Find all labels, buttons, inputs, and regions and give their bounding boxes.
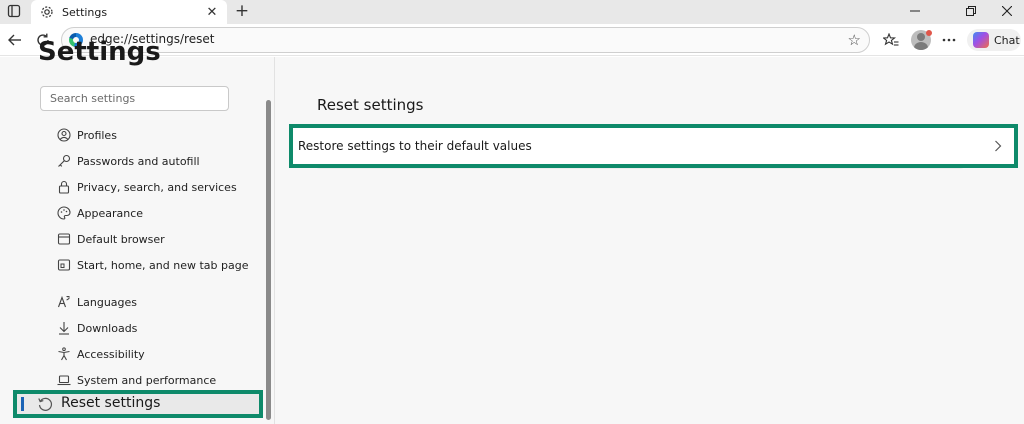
- sidebar-item-default-browser[interactable]: Default browser: [56, 229, 165, 249]
- tab-settings[interactable]: Settings ✕: [31, 0, 227, 24]
- browser-icon: [56, 232, 71, 247]
- sidebar-item-label: Passwords and autofill: [77, 154, 200, 168]
- minimize-icon: [910, 10, 920, 12]
- sidebar-item-label: Reset settings: [61, 395, 161, 411]
- sidebar-item-downloads[interactable]: Downloads: [56, 318, 137, 338]
- back-button[interactable]: [4, 29, 26, 51]
- reset-icon: [36, 395, 54, 413]
- sidebar-item-reset-settings[interactable]: Reset settings: [13, 390, 263, 418]
- sidebar-item-label: Downloads: [77, 321, 138, 335]
- sidebar-item-system[interactable]: System and performance: [56, 370, 216, 390]
- sidebar-item-label: Profiles: [77, 128, 117, 142]
- sidebar-item-label: Accessibility: [77, 347, 145, 361]
- favorites-button[interactable]: [880, 29, 902, 51]
- close-window-button[interactable]: [990, 0, 1024, 22]
- key-icon: [56, 154, 71, 169]
- copilot-icon: [973, 32, 989, 48]
- profile-icon: [56, 128, 71, 143]
- sidebar-item-privacy[interactable]: Privacy, search, and services: [56, 177, 237, 197]
- sidebar-item-profiles[interactable]: Profiles: [56, 125, 117, 145]
- sidebar-item-label: Privacy, search, and services: [77, 180, 237, 194]
- palette-icon: [56, 206, 71, 221]
- sidebar-item-label: Default browser: [77, 232, 165, 246]
- favorite-star-icon[interactable]: ☆: [848, 31, 861, 49]
- close-window-icon: [1002, 6, 1012, 16]
- restore-window-icon: [966, 6, 976, 16]
- download-icon: [56, 321, 71, 336]
- search-settings-field[interactable]: [40, 86, 229, 111]
- accessibility-icon: [56, 347, 71, 362]
- sidebar-scrollbar[interactable]: [266, 100, 271, 420]
- restore-window-button[interactable]: [954, 0, 988, 22]
- notification-dot: [926, 30, 932, 36]
- chat-label: Chat: [994, 33, 1020, 47]
- gear-icon: [38, 3, 56, 21]
- address-bar[interactable]: edge://settings/reset ☆: [61, 27, 870, 53]
- lock-icon: [56, 180, 71, 195]
- settings-heading: Settings: [38, 37, 161, 67]
- settings-sidebar: Settings Profiles Passwords and autofill…: [0, 37, 275, 424]
- new-tab-button[interactable]: +: [232, 1, 252, 21]
- search-input[interactable]: [41, 87, 228, 110]
- chevron-right-icon: [988, 136, 1008, 156]
- home-icon: [56, 258, 71, 273]
- more-options-button[interactable]: [938, 29, 960, 51]
- sidebar-item-languages[interactable]: Languages: [56, 292, 137, 312]
- sidebar-item-start-home[interactable]: Start, home, and new tab page: [56, 255, 248, 275]
- sidebar-item-label: Start, home, and new tab page: [77, 258, 249, 272]
- settings-page: Settings Profiles Passwords and autofill…: [0, 37, 1024, 424]
- minimize-button[interactable]: [898, 0, 932, 22]
- sidebar-item-passwords[interactable]: Passwords and autofill: [56, 151, 200, 171]
- active-indicator: [21, 397, 24, 411]
- tab-actions-icon: [7, 4, 21, 18]
- sidebar-item-appearance[interactable]: Appearance: [56, 203, 143, 223]
- copilot-chat-button[interactable]: Chat: [967, 29, 1021, 51]
- languages-icon: [56, 295, 71, 310]
- tab-title: Settings: [62, 5, 108, 19]
- laptop-icon: [56, 373, 71, 388]
- sidebar-item-label: Languages: [77, 295, 138, 309]
- restore-defaults-button[interactable]: Restore settings to their default values: [289, 124, 1018, 168]
- sidebar-item-label: Appearance: [77, 206, 144, 220]
- restore-defaults-label: Restore settings to their default values: [298, 139, 532, 153]
- tab-actions-button[interactable]: [3, 1, 25, 21]
- favorites-list-icon: [883, 33, 899, 46]
- tab-strip: Settings ✕ +: [0, 0, 1024, 24]
- more-dots-icon: [942, 38, 956, 42]
- sidebar-item-label: System and performance: [77, 373, 217, 387]
- page-title: Reset settings: [317, 96, 424, 114]
- sidebar-item-accessibility[interactable]: Accessibility: [56, 344, 145, 364]
- tab-close-icon[interactable]: ✕: [204, 4, 220, 20]
- back-arrow-icon: [8, 34, 21, 46]
